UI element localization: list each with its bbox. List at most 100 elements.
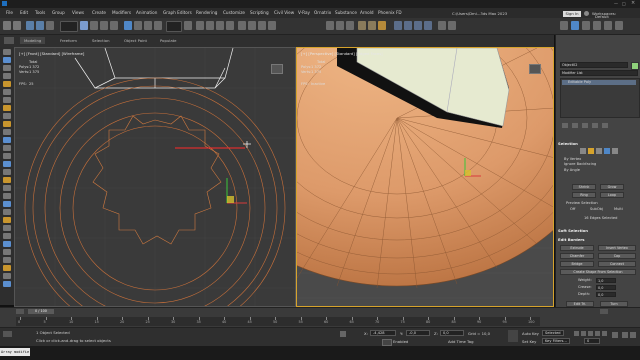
minimize-icon[interactable]: — [614, 1, 618, 6]
menu-edit[interactable]: Edit [20, 10, 28, 15]
show-end-result-icon[interactable] [572, 123, 578, 128]
vray-frame-buffer-icon[interactable] [394, 21, 402, 30]
menu-create[interactable]: Create [92, 10, 106, 15]
vray-camera-icon[interactable] [414, 21, 422, 30]
shrink-button[interactable]: Shrink [572, 184, 596, 190]
systems-tool-icon[interactable] [3, 121, 11, 127]
menu-civil-view[interactable]: Civil View [274, 10, 294, 15]
soft-selection-rollout-header[interactable]: Soft Selection [558, 228, 639, 234]
xref-tool-icon[interactable] [3, 193, 11, 199]
configure-modifier-sets-icon[interactable] [602, 123, 608, 128]
mesh-tool-icon[interactable] [3, 225, 11, 231]
extrude-button[interactable]: Extrude [560, 245, 594, 251]
material-tool-icon[interactable] [3, 177, 11, 183]
connect-button[interactable]: Connect [598, 261, 636, 267]
crease-spinner[interactable]: 0,0 [596, 285, 616, 290]
tab-object-paint[interactable]: Object Paint [124, 38, 147, 43]
scene-explorer-icon[interactable] [3, 57, 11, 63]
container-tool-icon[interactable] [3, 185, 11, 191]
by-angle-checkbox[interactable]: By Angle [564, 168, 580, 172]
particles-tool-icon[interactable] [3, 137, 11, 143]
menu-group[interactable]: Group [52, 10, 65, 15]
material-editor-icon[interactable] [346, 21, 354, 30]
placement-icon[interactable] [154, 21, 162, 30]
menu-animation[interactable]: Animation [136, 10, 157, 15]
add-time-tag-button[interactable]: Add Time Tag [448, 339, 473, 344]
bind-space-warp-icon[interactable] [46, 21, 54, 30]
lock-selection-icon[interactable] [340, 331, 346, 337]
set-key-icon[interactable] [508, 330, 518, 342]
menu-file[interactable]: File [6, 10, 13, 15]
ignore-backfacing-checkbox[interactable]: Ignore Backfacing [564, 162, 596, 166]
menu-graph-editors[interactable]: Graph Editors [163, 10, 192, 15]
viewport-label-front[interactable]: [+] [Front] [Standard] [Wireframe] [19, 51, 84, 56]
link-icon[interactable] [26, 21, 34, 30]
extra-tool-icon[interactable] [3, 273, 11, 279]
viewcube-icon[interactable] [271, 64, 283, 74]
vray-lights-icon[interactable] [404, 21, 412, 30]
maxscript-listener-icon[interactable] [3, 331, 12, 337]
menu-substance[interactable]: Substance [335, 10, 357, 15]
selection-rollout-header[interactable]: Selection [558, 141, 639, 147]
percent-snap-icon[interactable] [216, 21, 224, 30]
schematic-view-icon[interactable] [336, 21, 344, 30]
loop-button[interactable]: Loop [600, 192, 624, 198]
y-coordinate-input[interactable]: -0,0 [406, 330, 430, 336]
vertex-mode-icon[interactable] [580, 148, 586, 154]
angle-snap-icon[interactable] [206, 21, 214, 30]
selection-filter-dropdown[interactable] [60, 21, 78, 32]
current-frame-input[interactable]: 0 [584, 338, 600, 344]
display-tool-icon[interactable] [3, 65, 11, 71]
edit-borders-rollout-header[interactable]: Edit Borders [558, 237, 639, 243]
light-list-icon[interactable] [3, 201, 11, 207]
select-move-icon[interactable] [124, 21, 132, 30]
render-setup-icon[interactable] [358, 21, 366, 30]
remove-modifier-icon[interactable] [592, 123, 598, 128]
play-icon[interactable] [588, 331, 593, 336]
menu-tools[interactable]: Tools [35, 10, 45, 15]
render-icon[interactable] [378, 21, 386, 30]
bones-tool-icon[interactable] [3, 129, 11, 135]
auto-key-button[interactable]: Auto Key [522, 331, 539, 336]
spinner-snap-icon[interactable] [226, 21, 234, 30]
timeline-track[interactable]: 0 5 10 15 20 25 30 35 40 45 50 55 60 65 70 75 80 85 90 95 10… [16, 317, 540, 326]
next-frame-icon[interactable] [600, 309, 608, 314]
cap-button[interactable]: Cap [598, 253, 636, 259]
select-scale-icon[interactable] [144, 21, 152, 30]
x-coordinate-input[interactable]: -4,428 [370, 330, 396, 336]
scatter-tool-icon[interactable] [3, 241, 11, 247]
create-panel-icon[interactable] [560, 21, 568, 30]
menu-ornatrix[interactable]: Ornatrix [314, 10, 331, 15]
chamfer-button[interactable]: Chamfer [560, 253, 594, 259]
lights-tool-icon[interactable] [3, 73, 11, 79]
arnold-render-icon[interactable] [438, 21, 446, 30]
edge-mode-icon[interactable] [588, 148, 594, 154]
menu-scripting[interactable]: Scripting [250, 10, 269, 15]
motion-panel-icon[interactable] [593, 21, 601, 30]
menu-views[interactable]: Views [72, 10, 84, 15]
rendered-frame-icon[interactable] [368, 21, 376, 30]
curve-editor-icon[interactable] [326, 21, 334, 30]
time-config-icon[interactable] [612, 332, 618, 338]
modifier-list-dropdown[interactable]: Modifier List [560, 70, 638, 76]
viewport-label-perspective[interactable]: [+] [Perspective] [Standard] [Edged Face… [301, 51, 383, 56]
maxscript-mini-listener[interactable]: Array modifie [0, 348, 30, 356]
menu-arnold[interactable]: Arnold [360, 10, 374, 15]
border-mode-icon[interactable] [596, 148, 602, 154]
polygon-mode-icon[interactable] [604, 148, 610, 154]
sweep-tool-icon[interactable] [3, 233, 11, 239]
hide-tool-icon[interactable] [3, 145, 11, 151]
reference-coordinate-dropdown[interactable] [166, 21, 182, 32]
bone-tools-icon[interactable] [3, 217, 11, 223]
create-tool-icon[interactable] [3, 49, 11, 55]
orbit-icon[interactable] [630, 332, 636, 338]
group-tool-icon[interactable] [3, 169, 11, 175]
modify-panel-icon[interactable] [571, 21, 579, 30]
redo-icon[interactable] [13, 21, 21, 30]
menu-customize[interactable]: Customize [223, 10, 245, 15]
viewport-layout-icon[interactable] [3, 281, 11, 287]
layers-tool-icon[interactable] [3, 161, 11, 167]
edit-named-selection-icon[interactable] [238, 21, 246, 30]
object-name-input[interactable]: Object02 [560, 62, 628, 68]
ribbon-toggle-icon[interactable] [4, 37, 14, 44]
